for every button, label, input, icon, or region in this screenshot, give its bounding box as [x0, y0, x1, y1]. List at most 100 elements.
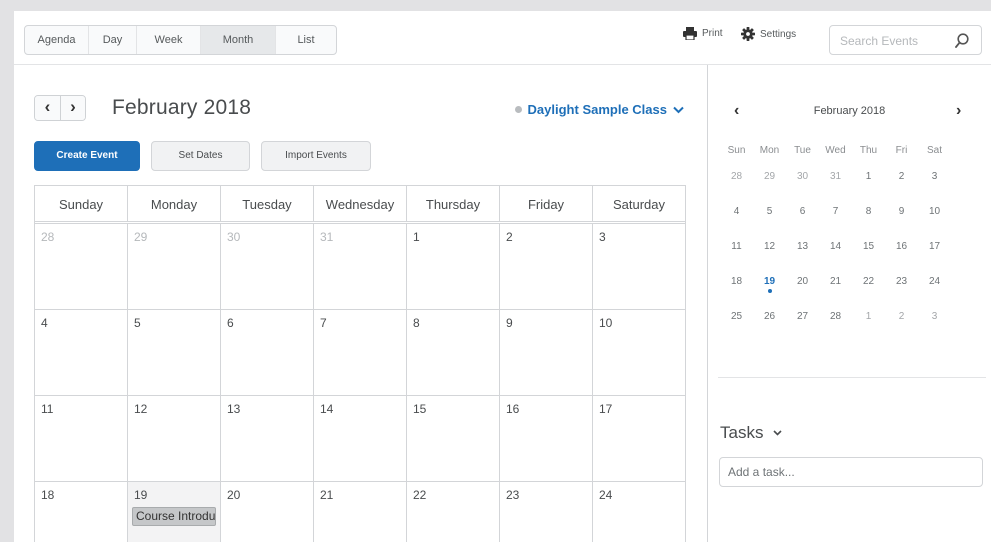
mini-next-month-button[interactable]: › — [956, 102, 961, 120]
day-cell-today[interactable]: 19 Course Introdu — [128, 482, 221, 542]
mini-day-today[interactable]: 19 — [753, 276, 786, 311]
day-cell[interactable]: 10 — [593, 310, 685, 395]
mini-day[interactable]: 31 — [819, 171, 852, 206]
mini-day[interactable]: 4 — [720, 206, 753, 241]
mini-day[interactable]: 29 — [753, 171, 786, 206]
day-cell[interactable]: 7 — [314, 310, 407, 395]
day-cell[interactable]: 13 — [221, 396, 314, 481]
prev-month-button[interactable]: ‹ — [35, 96, 60, 120]
mini-week-row: 25 26 27 28 1 2 3 — [720, 311, 984, 346]
mini-day[interactable]: 14 — [819, 241, 852, 276]
mini-day[interactable]: 22 — [852, 276, 885, 311]
day-cell[interactable]: 11 — [35, 396, 128, 481]
mini-day[interactable]: 16 — [885, 241, 918, 276]
search-icon[interactable] — [955, 33, 969, 54]
day-cell[interactable]: 23 — [500, 482, 593, 542]
add-task-input[interactable] — [719, 457, 983, 487]
mini-day[interactable]: 1 — [852, 311, 885, 346]
divider — [718, 377, 986, 378]
tab-day[interactable]: Day — [89, 26, 137, 54]
mini-day[interactable]: 21 — [819, 276, 852, 311]
mini-day[interactable]: 8 — [852, 206, 885, 241]
mini-calendar: Sun Mon Tue Wed Thu Fri Sat 28 29 30 31 … — [720, 145, 984, 346]
day-cell[interactable]: 14 — [314, 396, 407, 481]
tab-month[interactable]: Month — [201, 26, 276, 54]
mini-day[interactable]: 23 — [885, 276, 918, 311]
day-cell[interactable]: 17 — [593, 396, 685, 481]
search-input[interactable] — [840, 32, 945, 50]
chevron-down-icon[interactable] — [773, 427, 783, 439]
mini-day[interactable]: 26 — [753, 311, 786, 346]
mini-day[interactable]: 20 — [786, 276, 819, 311]
mini-day[interactable]: 12 — [753, 241, 786, 276]
mini-day[interactable]: 9 — [885, 206, 918, 241]
mini-day[interactable]: 25 — [720, 311, 753, 346]
day-cell[interactable]: 8 — [407, 310, 500, 395]
mini-dow: Mon — [759, 145, 780, 156]
event-chip[interactable]: Course Introdu — [132, 507, 216, 526]
day-cell[interactable]: 29 — [128, 224, 221, 309]
mini-day[interactable]: 11 — [720, 241, 753, 276]
day-cell[interactable]: 4 — [35, 310, 128, 395]
next-month-button[interactable]: › — [60, 96, 85, 120]
mini-day[interactable]: 5 — [753, 206, 786, 241]
day-cell[interactable]: 3 — [593, 224, 685, 309]
day-cell[interactable]: 21 — [314, 482, 407, 542]
mini-day[interactable]: 13 — [786, 241, 819, 276]
day-cell[interactable]: 22 — [407, 482, 500, 542]
mini-day[interactable]: 28 — [819, 311, 852, 346]
day-cell[interactable]: 20 — [221, 482, 314, 542]
mini-day[interactable]: 6 — [786, 206, 819, 241]
day-cell[interactable]: 16 — [500, 396, 593, 481]
settings-button[interactable]: Settings — [741, 27, 796, 41]
mini-week-row: 18 19 20 21 22 23 24 — [720, 276, 984, 311]
day-cell[interactable]: 12 — [128, 396, 221, 481]
weekday-wednesday: Wednesday — [314, 186, 407, 221]
week-row: 4 5 6 7 8 9 10 — [35, 310, 685, 396]
set-dates-button[interactable]: Set Dates — [151, 141, 250, 171]
gear-icon — [741, 27, 755, 41]
week-row: 28 29 30 31 1 2 3 — [35, 224, 685, 310]
mini-day[interactable]: 17 — [918, 241, 951, 276]
day-cell[interactable]: 24 — [593, 482, 685, 542]
day-cell[interactable]: 15 — [407, 396, 500, 481]
day-cell[interactable]: 5 — [128, 310, 221, 395]
chevron-down-icon — [673, 102, 684, 117]
tab-agenda[interactable]: Agenda — [25, 26, 89, 54]
sidebar: ‹ February 2018 › Sun Mon Tue Wed Thu Fr… — [708, 65, 991, 542]
weekday-saturday: Saturday — [612, 197, 666, 212]
mini-day[interactable]: 2 — [885, 311, 918, 346]
mini-day[interactable]: 3 — [918, 171, 951, 206]
mini-day[interactable]: 7 — [819, 206, 852, 241]
mini-day[interactable]: 18 — [720, 276, 753, 311]
day-cell[interactable]: 30 — [221, 224, 314, 309]
tab-week[interactable]: Week — [137, 26, 201, 54]
mini-week-row: 4 5 6 7 8 9 10 — [720, 206, 984, 241]
mini-dow: Sat — [926, 145, 942, 156]
mini-day[interactable]: 10 — [918, 206, 951, 241]
day-cell[interactable]: 28 — [35, 224, 128, 309]
top-toolbar: Agenda Day Week Month List Print Setting… — [14, 11, 991, 65]
day-cell[interactable]: 2 — [500, 224, 593, 309]
mini-day[interactable]: 15 — [852, 241, 885, 276]
mini-day[interactable]: 30 — [786, 171, 819, 206]
print-button[interactable]: Print — [683, 27, 723, 40]
mini-day[interactable]: 2 — [885, 171, 918, 206]
day-cell[interactable]: 31 — [314, 224, 407, 309]
day-cell[interactable]: 9 — [500, 310, 593, 395]
mini-day[interactable]: 28 — [720, 171, 753, 206]
mini-calendar-header: ‹ February 2018 › — [708, 99, 991, 129]
mini-dow: Tue — [794, 145, 811, 156]
mini-day[interactable]: 3 — [918, 311, 951, 346]
day-cell[interactable]: 6 — [221, 310, 314, 395]
mini-day[interactable]: 24 — [918, 276, 951, 311]
mini-day[interactable]: 27 — [786, 311, 819, 346]
import-events-button[interactable]: Import Events — [261, 141, 371, 171]
class-selector[interactable]: Daylight Sample Class — [514, 102, 684, 117]
create-event-button[interactable]: Create Event — [34, 141, 140, 171]
mini-day[interactable]: 1 — [852, 171, 885, 206]
day-number: 19 — [134, 488, 148, 502]
tab-list[interactable]: List — [276, 26, 336, 54]
day-cell[interactable]: 1 — [407, 224, 500, 309]
day-cell[interactable]: 18 — [35, 482, 128, 542]
